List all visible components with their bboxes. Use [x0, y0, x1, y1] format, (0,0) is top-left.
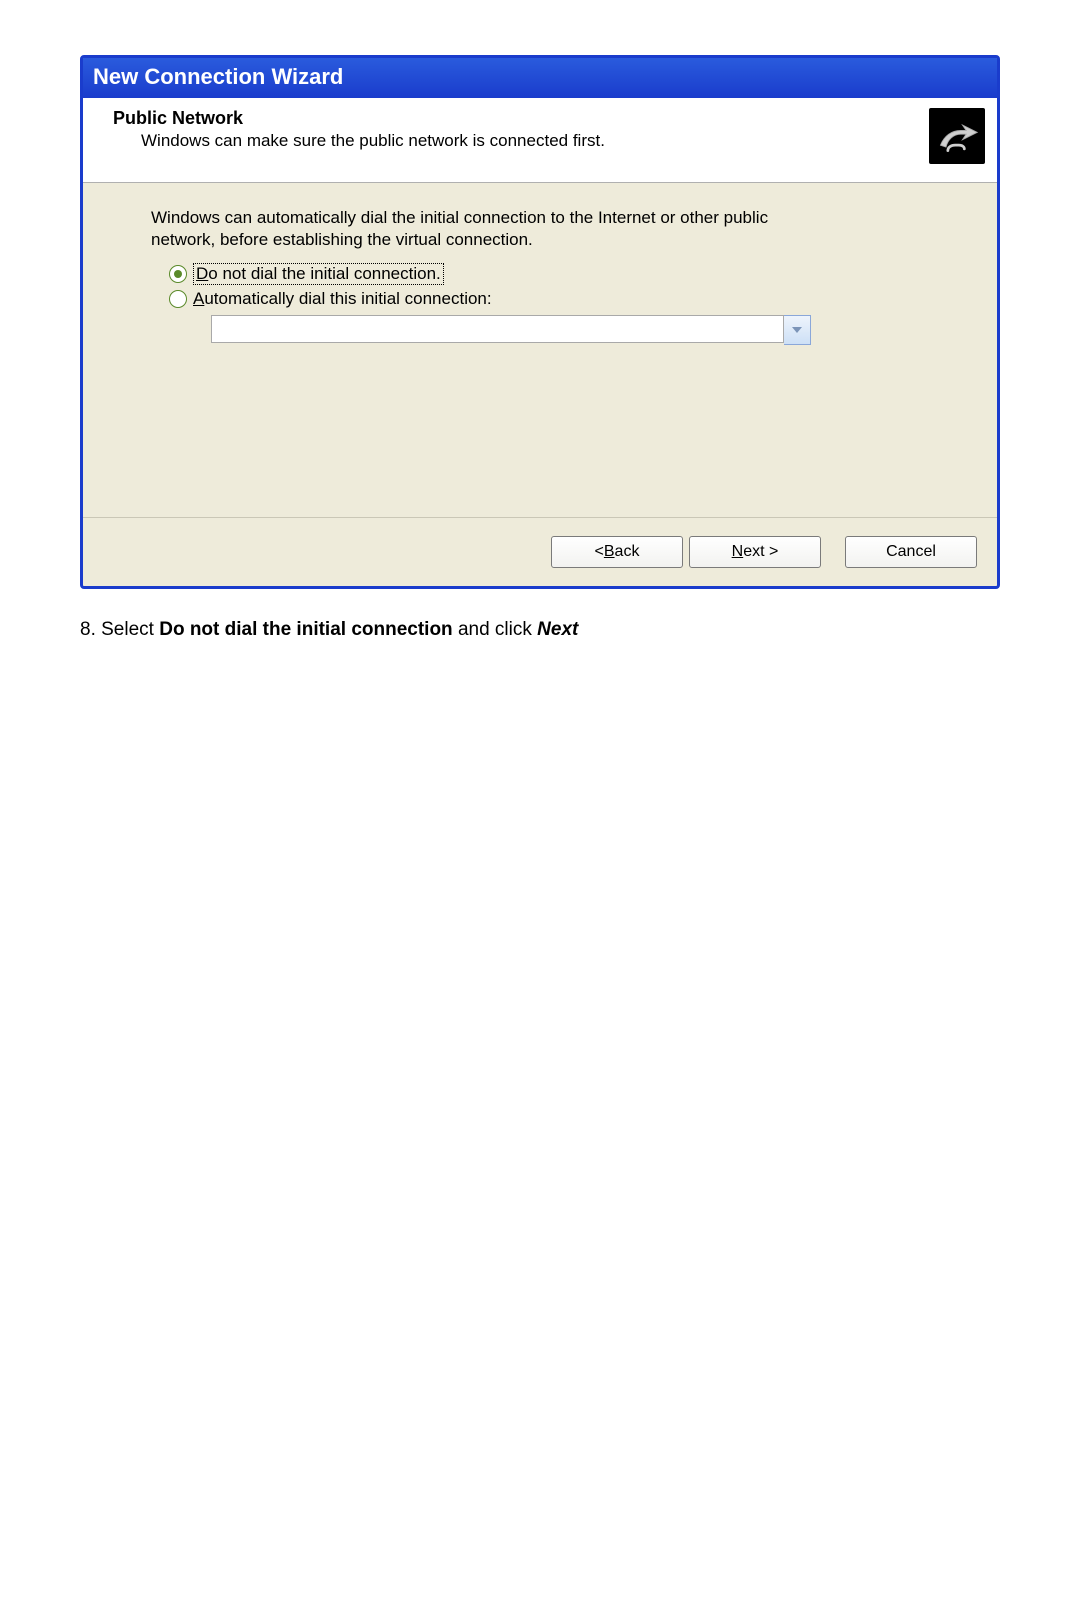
- radio-auto-dial[interactable]: Automatically dial this initial connecti…: [169, 289, 969, 309]
- instruction-italic: Next: [537, 619, 578, 640]
- titlebar: New Connection Wizard: [83, 58, 997, 98]
- radio-group: Do not dial the initial connection. Auto…: [169, 263, 969, 345]
- instruction-step-8: 8. Select Do not dial the initial connec…: [80, 619, 1080, 641]
- connection-dropdown[interactable]: [211, 315, 811, 345]
- chevron-down-icon[interactable]: [784, 315, 811, 345]
- body-description: Windows can automatically dial the initi…: [151, 207, 831, 251]
- next-rest: ext >: [743, 543, 778, 561]
- cancel-label: Cancel: [886, 543, 936, 561]
- radio-label-focused: Do not dial the initial connection.: [193, 263, 444, 285]
- instruction-bold: Do not dial the initial connection: [159, 619, 452, 640]
- wizard-body: Windows can automatically dial the initi…: [83, 183, 997, 517]
- instruction-pre: Select: [101, 619, 159, 640]
- page-subtitle: Windows can make sure the public network…: [141, 131, 921, 151]
- dropdown-field[interactable]: [211, 315, 784, 343]
- mnemonic-b: B: [604, 543, 615, 561]
- back-pre: <: [595, 543, 604, 561]
- wizard-window: New Connection Wizard Public Network Win…: [80, 55, 1000, 589]
- cancel-button[interactable]: Cancel: [845, 536, 977, 568]
- radio-label-text: o not dial the initial connection.: [208, 264, 441, 283]
- radio-button-selected-icon: [169, 265, 187, 283]
- back-button[interactable]: < Back: [551, 536, 683, 568]
- back-rest: ack: [615, 543, 640, 561]
- mnemonic-d: D: [196, 264, 208, 283]
- window-title: New Connection Wizard: [93, 64, 343, 89]
- wizard-footer: < Back Next > Cancel: [83, 517, 997, 586]
- instruction-mid: and click: [453, 619, 537, 640]
- radio-do-not-dial[interactable]: Do not dial the initial connection.: [169, 263, 969, 285]
- page-title: Public Network: [113, 108, 921, 129]
- step-number: 8.: [80, 619, 101, 640]
- radio-label: Automatically dial this initial connecti…: [193, 289, 492, 309]
- wizard-header: Public Network Windows can make sure the…: [83, 98, 997, 183]
- radio-label-text: utomatically dial this initial connectio…: [204, 289, 491, 308]
- mnemonic-a: A: [193, 289, 204, 308]
- header-text-block: Public Network Windows can make sure the…: [113, 108, 921, 151]
- mnemonic-n: N: [732, 543, 744, 561]
- next-button[interactable]: Next >: [689, 536, 821, 568]
- radio-button-unselected-icon: [169, 290, 187, 308]
- network-handshake-icon: [929, 108, 985, 164]
